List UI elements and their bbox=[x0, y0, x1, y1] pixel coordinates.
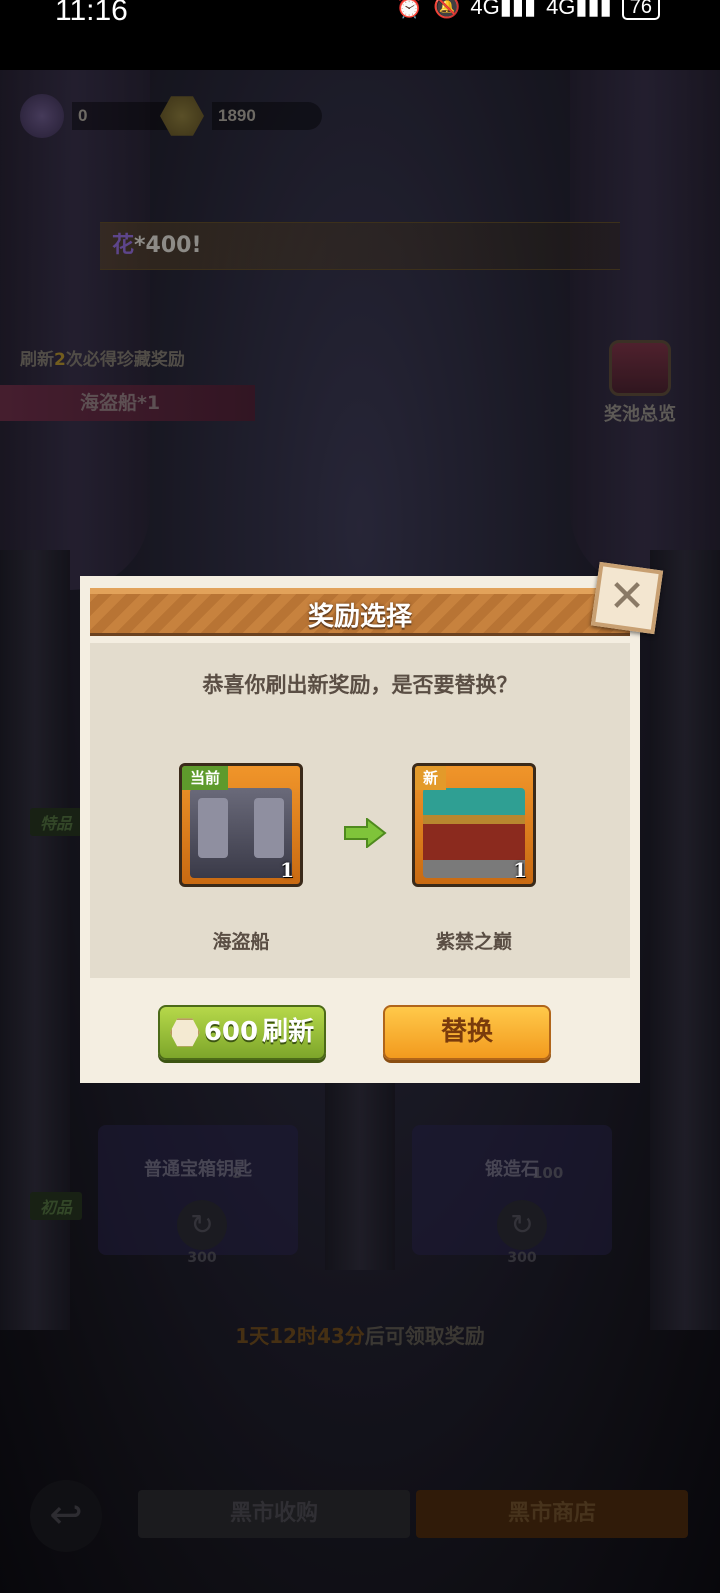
dialog-title: 奖励选择 bbox=[307, 602, 412, 632]
new-reward-item: 新 1 紫禁之巅 bbox=[412, 763, 536, 954]
palace-card: 新 1 bbox=[412, 763, 536, 887]
current-reward-item: 当前 1 海盗船 bbox=[179, 763, 303, 954]
battery-icon: 76 bbox=[621, 0, 660, 20]
close-button[interactable]: ✕ bbox=[590, 561, 664, 635]
refresh-button[interactable]: 600 刷新 bbox=[158, 1005, 326, 1060]
status-time: 11:16 bbox=[55, 0, 128, 27]
new-tag: 新 bbox=[415, 766, 447, 790]
palace-icon bbox=[423, 788, 525, 878]
alarm-icon: ⏰ bbox=[395, 0, 423, 19]
signal-icon-2: 4G▮▮▮ bbox=[546, 0, 612, 19]
pirate-ship-card: 当前 1 bbox=[179, 763, 303, 887]
item-qty: 1 bbox=[513, 858, 527, 882]
reward-select-dialog: 奖励选择 恭喜你刷出新奖励，是否要替换？ 当前 1 海盗船 新 1 紫禁之巅 6… bbox=[80, 576, 640, 1083]
mute-icon: 🔕 bbox=[432, 0, 461, 19]
status-icons: ⏰ 🔕 4G▮▮▮ 4G▮▮▮ 76 bbox=[396, 0, 660, 20]
dialog-message: 恭喜你刷出新奖励，是否要替换？ bbox=[202, 673, 518, 697]
item-name: 紫禁之巅 bbox=[435, 931, 512, 953]
replace-button[interactable]: 替换 bbox=[383, 1005, 551, 1060]
status-bar: 11:16 ⏰ 🔕 4G▮▮▮ 4G▮▮▮ 76 bbox=[0, 0, 720, 70]
current-tag: 当前 bbox=[182, 766, 229, 790]
dialog-header: 奖励选择 bbox=[90, 588, 630, 636]
item-qty: 1 bbox=[280, 858, 294, 882]
pirate-ship-icon bbox=[190, 788, 292, 878]
dialog-body: 恭喜你刷出新奖励，是否要替换？ 当前 1 海盗船 新 1 紫禁之巅 bbox=[90, 643, 630, 978]
signal-icon: 4G▮▮▮ bbox=[470, 0, 537, 19]
gem-icon bbox=[169, 1018, 200, 1047]
close-icon: ✕ bbox=[608, 571, 646, 622]
arrow-right-icon bbox=[344, 818, 387, 848]
item-name: 海盗船 bbox=[212, 931, 270, 953]
